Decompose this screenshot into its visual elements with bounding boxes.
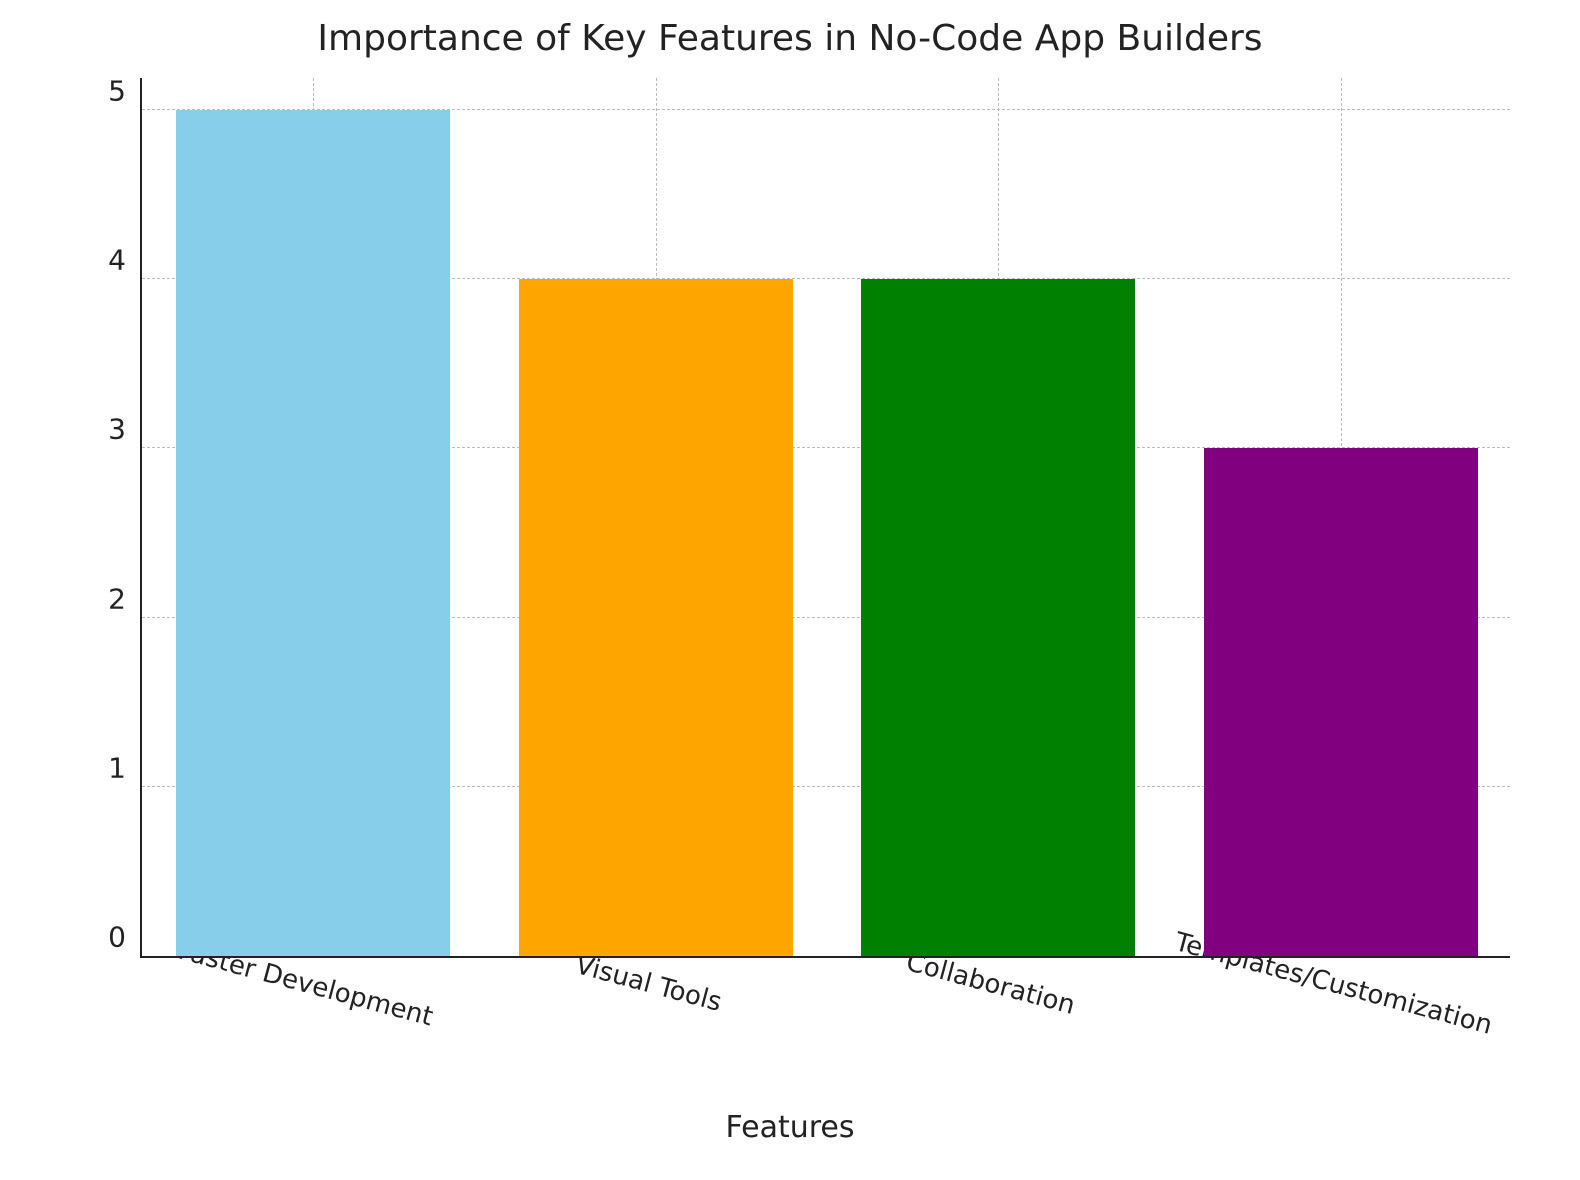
plot-area: 0 1 2 3 4 5 Faster Development Visual To… (140, 78, 1510, 958)
y-tick-label: 2 (66, 582, 142, 615)
bar-collaboration (861, 279, 1135, 956)
bar-faster-development (176, 110, 450, 956)
y-tick-label: 4 (66, 244, 142, 277)
bar-visual-tools (519, 279, 793, 956)
y-tick-label: 5 (66, 74, 142, 107)
chart-container: Importance of Key Features in No-Code Ap… (0, 0, 1580, 1180)
y-tick-label: 1 (66, 751, 142, 784)
x-axis-label: Features (0, 1110, 1580, 1145)
bar-templates-customization (1204, 448, 1478, 956)
y-tick-label: 0 (66, 921, 142, 954)
chart-title: Importance of Key Features in No-Code Ap… (0, 18, 1580, 59)
y-tick-label: 3 (66, 413, 142, 446)
